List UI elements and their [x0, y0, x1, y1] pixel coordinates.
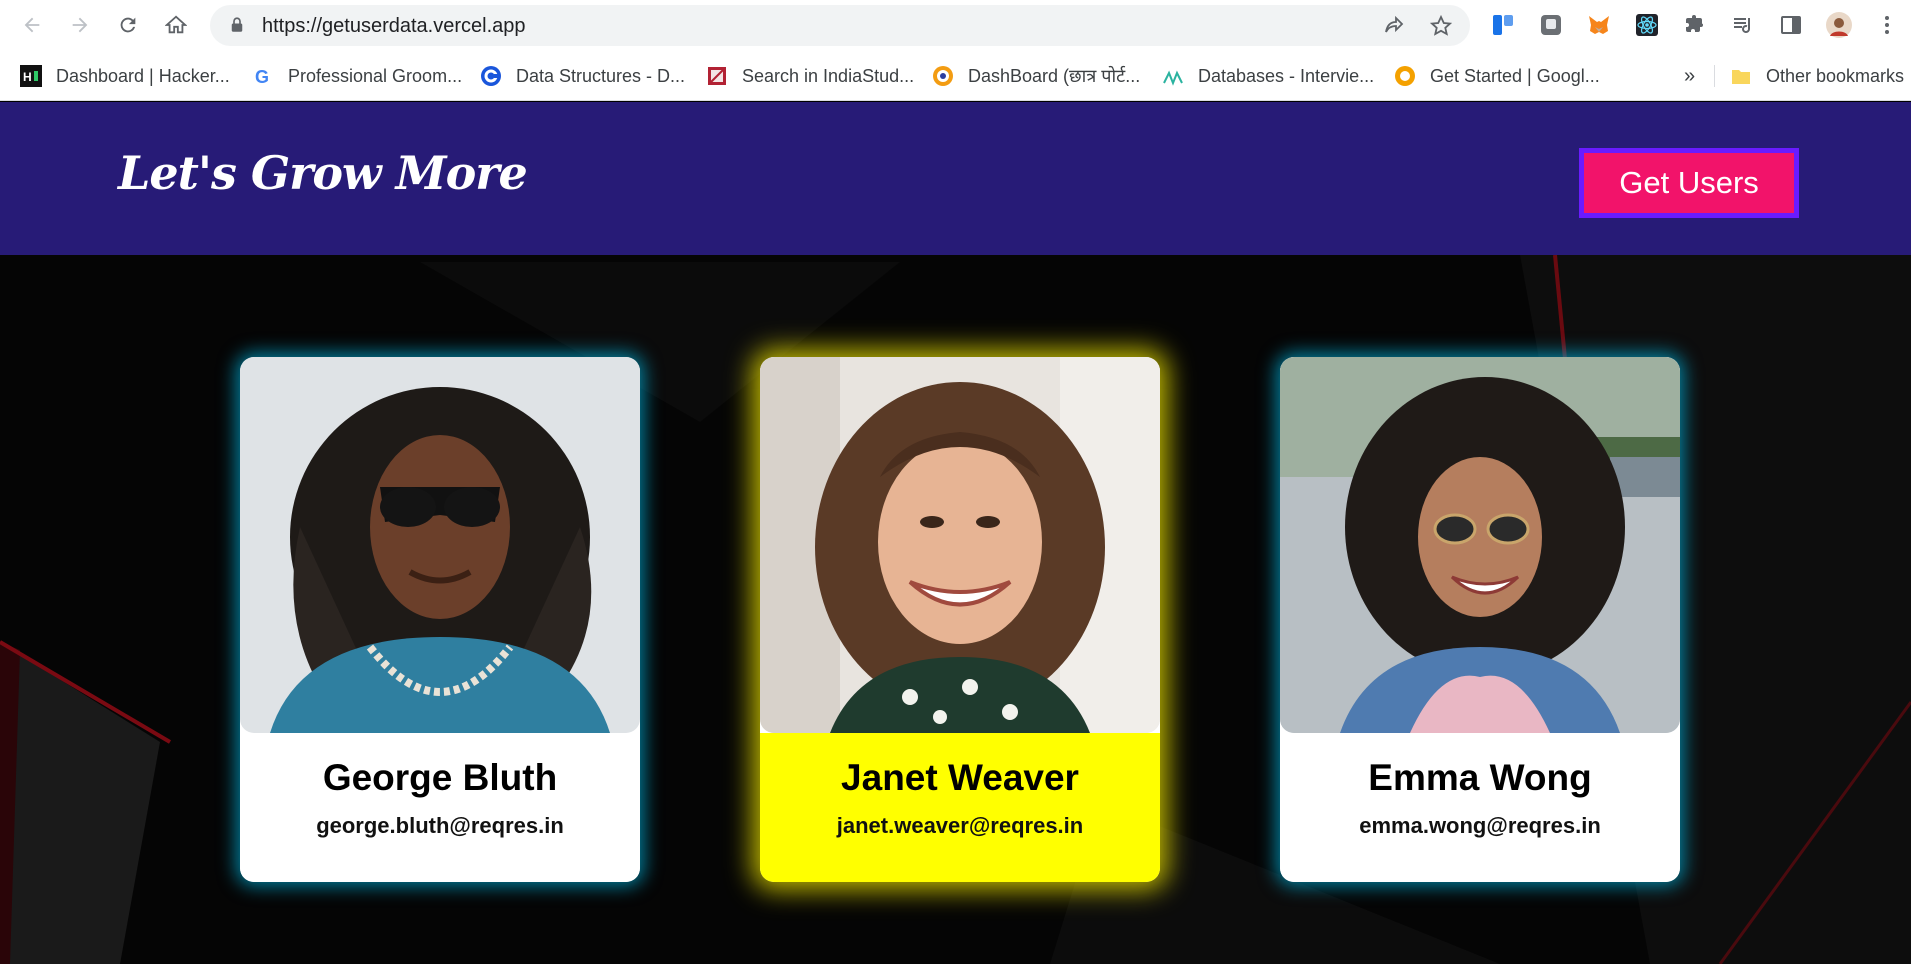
- web-page: Let's Grow More Get Users George Bluth g…: [0, 102, 1911, 964]
- hackerrank-icon: H: [20, 65, 42, 87]
- trello-icon[interactable]: [1490, 12, 1516, 38]
- other-bookmarks-folder[interactable]: Other bookmarks: [1730, 61, 1904, 91]
- bookmark-dashboard-portal[interactable]: DashBoard (छात्र पोर्ट...: [932, 61, 1140, 91]
- svg-text:H: H: [23, 70, 32, 84]
- bookmark-label: Databases - Intervie...: [1198, 65, 1375, 86]
- bookmarks-overflow-button[interactable]: »: [1684, 61, 1695, 91]
- user-email: janet.weaver@reqres.in: [836, 813, 1084, 838]
- google-icon: G: [252, 65, 274, 87]
- user-card-highlighted: Janet Weaver janet.weaver@reqres.in: [760, 357, 1160, 882]
- svg-text:G: G: [255, 67, 269, 87]
- bookmark-get-started[interactable]: Get Started | Googl...: [1394, 61, 1600, 91]
- extension-grey-icon[interactable]: [1538, 12, 1564, 38]
- bookmark-hackerrank[interactable]: H Dashboard | Hacker...: [20, 61, 230, 91]
- bookmarks-bar: H Dashboard | Hacker... G Professional G…: [0, 51, 1911, 101]
- user-name: Emma Wong: [1368, 757, 1592, 798]
- codechef-icon: [480, 65, 502, 87]
- user-info: Emma Wong emma.wong@reqres.in: [1280, 733, 1680, 882]
- media-queue-icon[interactable]: [1730, 12, 1756, 38]
- bookmarks-divider: [1714, 65, 1715, 87]
- user-email: george.bluth@reqres.in: [316, 813, 564, 838]
- google-dev-icon: [1394, 65, 1416, 87]
- user-card: George Bluth george.bluth@reqres.in: [240, 357, 640, 882]
- home-icon[interactable]: [160, 9, 192, 41]
- bookmark-label: Data Structures - D...: [516, 65, 686, 86]
- bookmark-label: DashBoard (छात्र पोर्ट...: [968, 66, 1141, 86]
- side-panel-icon[interactable]: [1778, 12, 1804, 38]
- url-text[interactable]: https://getuserdata.vercel.app: [262, 15, 526, 38]
- interviewbit-icon: [1162, 65, 1184, 87]
- forward-icon[interactable]: [64, 9, 96, 41]
- portal-emblem-icon: [932, 65, 954, 87]
- other-bookmarks-label: Other bookmarks: [1766, 65, 1905, 86]
- user-name: George Bluth: [322, 757, 558, 798]
- bookmark-label: Get Started | Googl...: [1430, 65, 1600, 86]
- bookmark-data-structures[interactable]: Data Structures - D...: [480, 61, 685, 91]
- user-avatar: [760, 357, 1160, 733]
- reload-icon[interactable]: [112, 9, 144, 41]
- user-card: Emma Wong emma.wong@reqres.in: [1280, 357, 1680, 882]
- indiastudychannel-icon: [706, 65, 728, 87]
- folder-icon: [1730, 65, 1752, 87]
- address-bar[interactable]: https://getuserdata.vercel.app: [210, 5, 1470, 46]
- user-avatar: [240, 357, 640, 733]
- bookmark-professional-grooming[interactable]: G Professional Groom...: [252, 61, 462, 91]
- site-logo[interactable]: Let's Grow More: [118, 146, 528, 200]
- react-devtools-icon[interactable]: [1634, 12, 1660, 38]
- user-name: Janet Weaver: [841, 757, 1079, 798]
- user-email: emma.wong@reqres.in: [1359, 813, 1601, 838]
- bookmark-indiastudychannel[interactable]: Search in IndiaStud...: [706, 61, 914, 91]
- metamask-icon[interactable]: [1586, 12, 1612, 38]
- profile-avatar-icon[interactable]: [1826, 12, 1852, 38]
- puzzle-icon[interactable]: [1682, 12, 1708, 38]
- get-users-button[interactable]: Get Users: [1579, 148, 1799, 218]
- user-info: George Bluth george.bluth@reqres.in: [240, 733, 640, 882]
- bookmark-databases-interviewbit[interactable]: Databases - Intervie...: [1162, 61, 1374, 91]
- browser-toolbar: https://getuserdata.vercel.app: [0, 0, 1911, 51]
- lock-icon[interactable]: [228, 16, 246, 34]
- user-avatar: [1280, 357, 1680, 733]
- site-header: Let's Grow More Get Users: [0, 102, 1911, 255]
- share-icon[interactable]: [1382, 14, 1406, 38]
- overflow-chevron-icon: »: [1684, 64, 1696, 87]
- kebab-menu-icon[interactable]: [1874, 12, 1900, 38]
- back-icon[interactable]: [16, 9, 48, 41]
- bookmark-label: Professional Groom...: [288, 65, 463, 86]
- user-info: Janet Weaver janet.weaver@reqres.in: [760, 733, 1160, 882]
- bookmark-label: Search in IndiaStud...: [742, 65, 915, 86]
- bookmark-label: Dashboard | Hacker...: [56, 65, 230, 86]
- bookmark-star-icon[interactable]: [1429, 14, 1453, 38]
